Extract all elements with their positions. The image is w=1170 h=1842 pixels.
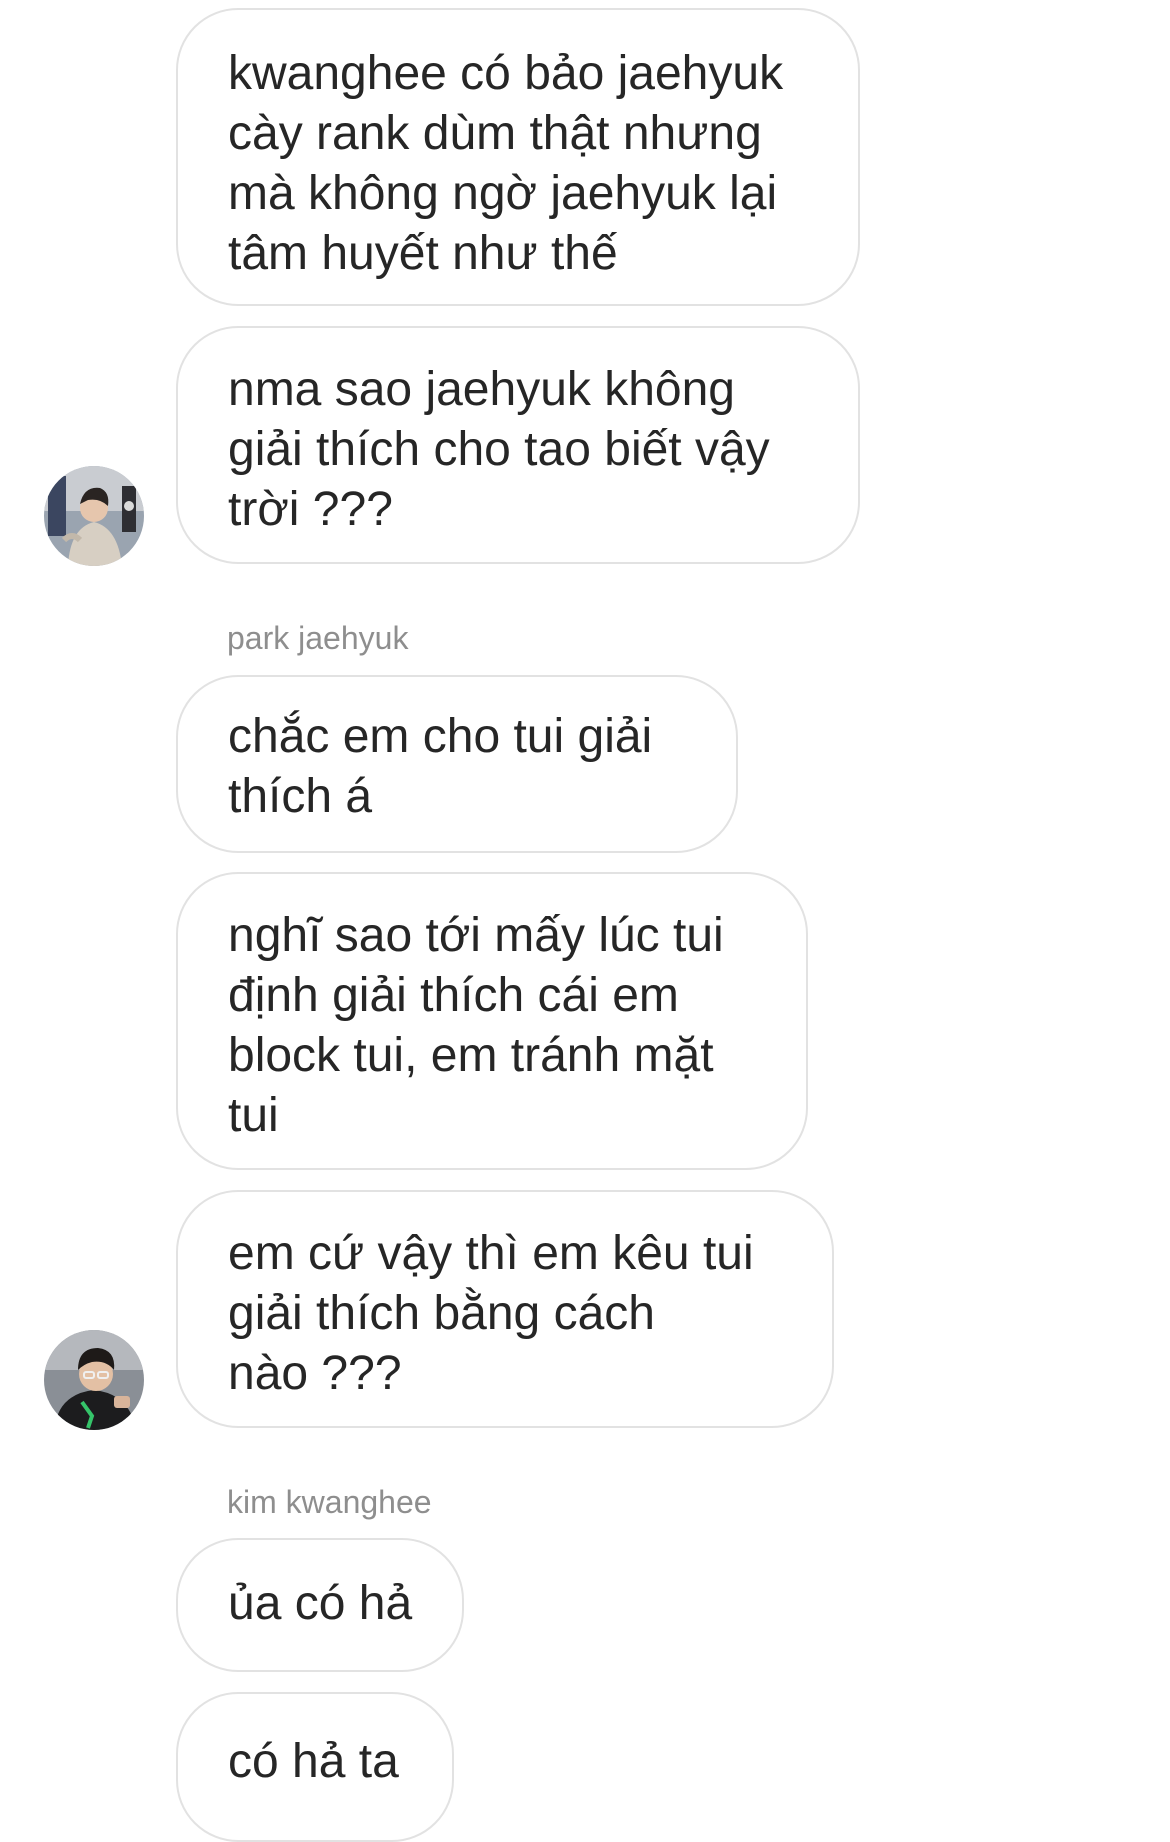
message-text: em cứ vậy thì em kêu tui — [228, 1227, 754, 1280]
message-bubble[interactable]: nma sao jaehyuk không giải thích cho tao… — [176, 326, 860, 564]
message-text: kwanghee có bảo jaehyuk — [228, 47, 784, 100]
message-text: định giải thích cái em — [228, 969, 679, 1022]
message-text: trời ??? — [228, 483, 393, 536]
message-text: tui — [228, 1089, 279, 1142]
sender-avatar[interactable] — [44, 1330, 144, 1430]
message-text: chắc em cho tui giải — [228, 710, 653, 763]
message-bubble[interactable]: có hả ta — [176, 1692, 454, 1842]
message-text: ủa có hả — [228, 1577, 413, 1630]
message-text: nghĩ sao tới mấy lúc tui — [228, 909, 724, 962]
message-text: mà không ngờ jaehyuk lại — [228, 167, 778, 220]
sender-name: park jaehyuk — [227, 620, 409, 656]
message-bubble[interactable]: kwanghee có bảo jaehyuk cày rank dùm thậ… — [176, 8, 860, 306]
sender-avatar[interactable] — [44, 466, 144, 566]
message-text: block tui, em tránh mặt — [228, 1029, 714, 1082]
message-text: giải thích bằng cách — [228, 1287, 655, 1340]
message-bubble[interactable]: em cứ vậy thì em kêu tui giải thích bằng… — [176, 1190, 834, 1428]
message-text: cày rank dùm thật nhưng — [228, 107, 762, 160]
message-bubble[interactable]: ủa có hả — [176, 1538, 464, 1672]
message-text: thích á — [228, 770, 373, 823]
avatar-photo-hoodie-icon — [44, 466, 144, 566]
avatar-photo-glasses-icon — [44, 1330, 144, 1430]
message-text: nma sao jaehyuk không — [228, 363, 735, 416]
message-text: giải thích cho tao biết vậy — [228, 423, 770, 476]
message-bubble[interactable]: nghĩ sao tới mấy lúc tui định giải thích… — [176, 872, 808, 1170]
sender-name: kim kwanghee — [227, 1484, 432, 1520]
message-bubble[interactable]: chắc em cho tui giải thích á — [176, 675, 738, 853]
message-text: có hả ta — [228, 1735, 399, 1788]
message-text: nào ??? — [228, 1347, 402, 1400]
message-text: tâm huyết như thế — [228, 227, 618, 280]
